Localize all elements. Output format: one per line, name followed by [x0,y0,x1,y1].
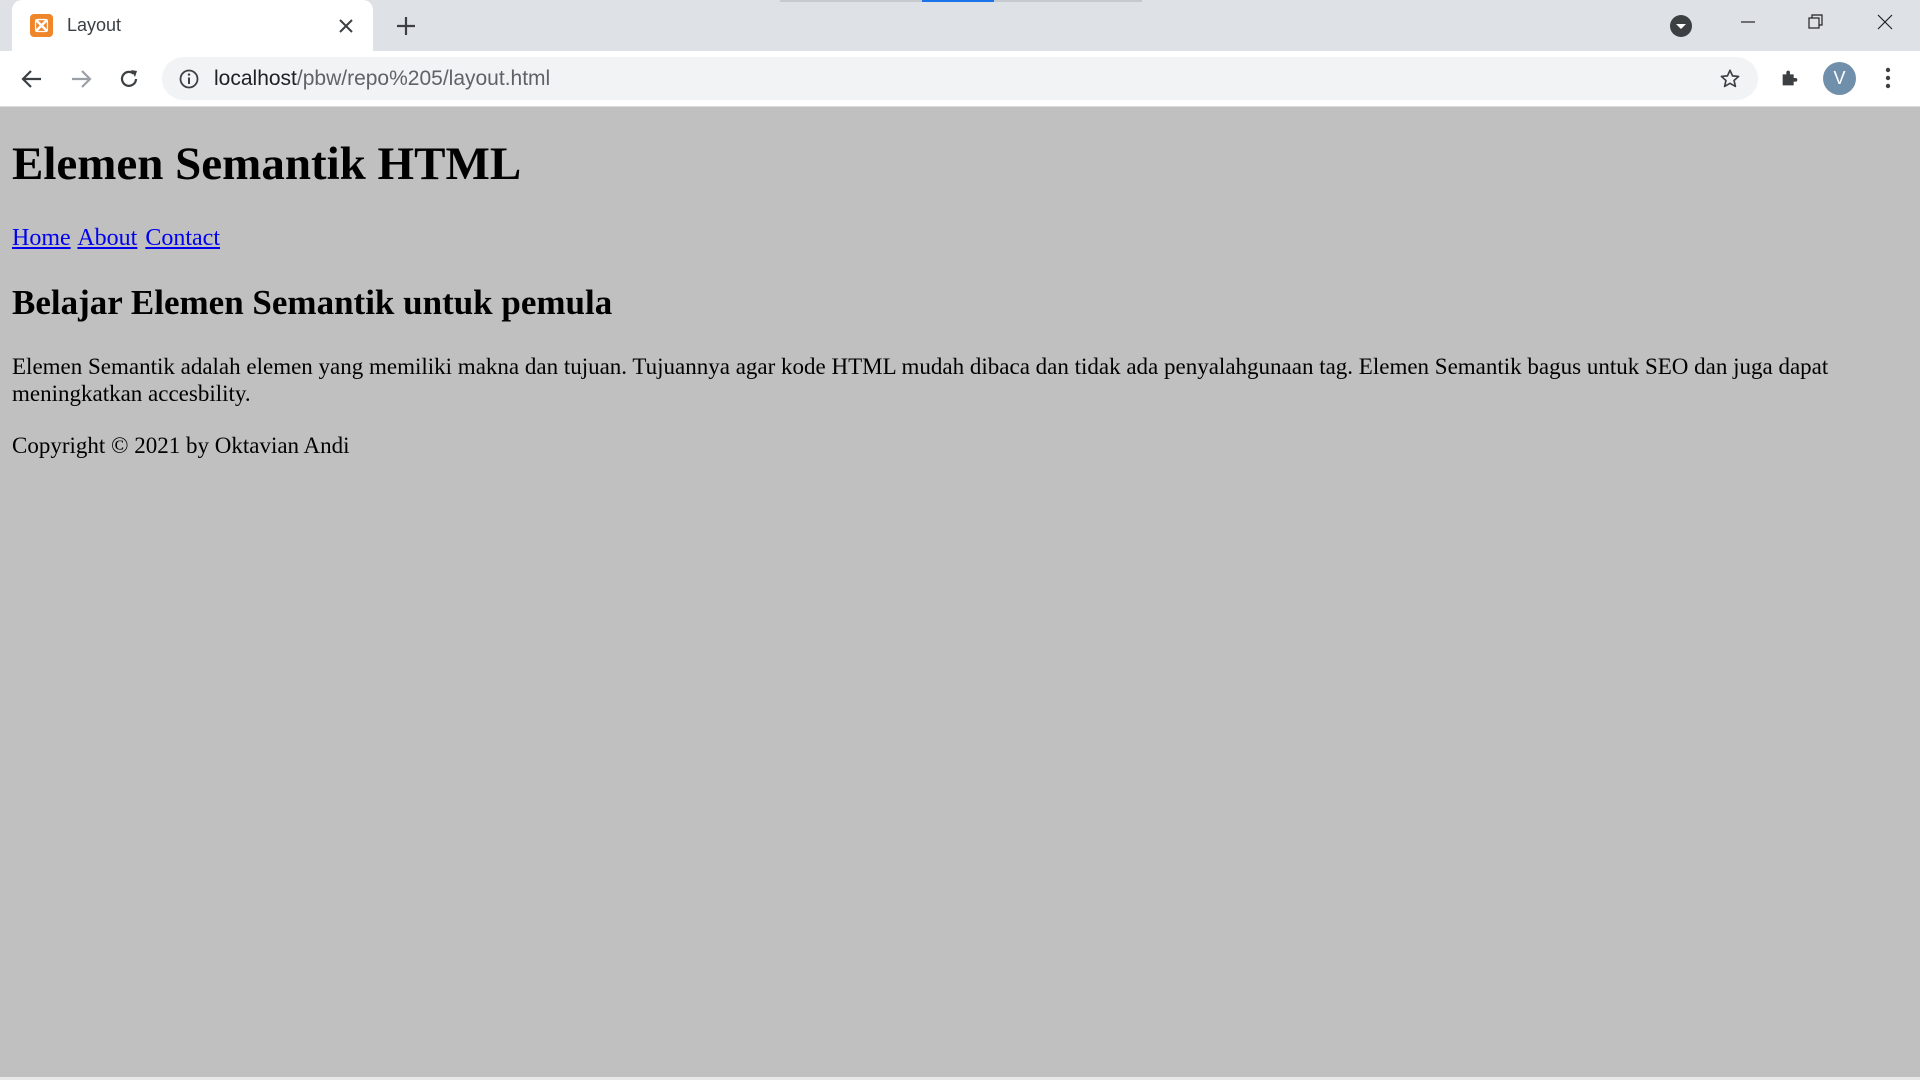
profile-avatar[interactable]: V [1823,62,1856,95]
url-host: localhost [214,66,297,90]
browser-tab-layout[interactable]: Layout [12,0,373,51]
tab-search-icon[interactable] [1668,13,1694,39]
footer-copyright: Copyright © 2021 by Oktavian Andi [12,433,350,458]
tab-title: Layout [67,15,122,35]
address-bar[interactable]: localhost/pbw/repo%205/layout.html [162,57,1758,100]
tab-strip-accent [780,0,922,2]
close-window-button[interactable] [1851,0,1919,44]
page-nav: Home About Contact [12,225,222,252]
forward-button[interactable] [64,62,98,96]
article-body: Elemen Semantik adalah elemen yang memil… [12,354,1829,406]
site-info-icon[interactable] [178,68,200,90]
minimize-button[interactable] [1714,0,1782,44]
page-viewport: Elemen Semantik HTML Home About Contact … [0,107,1920,1077]
nav-link-about[interactable]: About [77,225,137,251]
browser-toolbar: localhost/pbw/repo%205/layout.html V [0,51,1920,107]
tab-strip-accent [994,0,1142,2]
xampp-icon [30,14,53,37]
url-text[interactable]: localhost/pbw/repo%205/layout.html [214,67,550,91]
page-heading: Elemen Semantik HTML [12,138,522,190]
tab-strip: Layout [0,0,1920,51]
nav-link-home[interactable]: Home [12,225,71,251]
close-tab-icon[interactable] [331,11,361,41]
tab-strip-accent-active [922,0,994,2]
reload-button[interactable] [112,62,146,96]
extensions-puzzle-icon[interactable] [1776,64,1804,92]
nav-link-contact[interactable]: Contact [145,225,220,251]
restore-button[interactable] [1782,0,1850,44]
more-menu-icon[interactable] [1874,64,1902,92]
article-title: Belajar Elemen Semantik untuk pemula [12,283,613,322]
bookmark-star-icon[interactable] [1718,67,1742,91]
url-path: /pbw/repo%205/layout.html [296,66,551,90]
back-button[interactable] [15,62,49,96]
new-tab-button[interactable] [390,10,422,42]
